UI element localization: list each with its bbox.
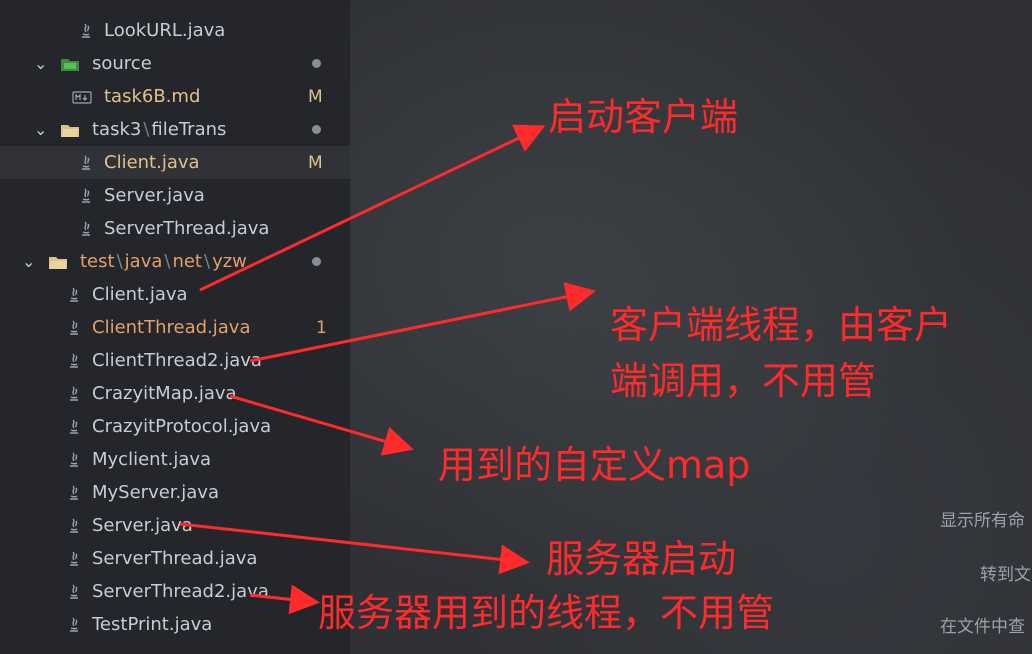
command-hint-find-in-files: 在文件中查 [940,617,1025,637]
tree-item-label: LookURL.java [104,20,226,41]
annotation-server-thread: 服务器用到的线程，不用管 [318,591,775,635]
java-file-icon [70,518,78,533]
tree-item-client[interactable]: Client.java [0,278,350,311]
tree-item-clientthread[interactable]: ClientThread.java 1 [0,311,350,344]
modified-dot [312,125,321,134]
tree-folder-test[interactable]: ⌄ test \ java \ net \ yzw [0,245,350,278]
tree-item-label: Client.java [92,284,188,305]
modified-dot [312,59,321,68]
java-file-icon [82,188,90,203]
folder-open-icon [61,124,79,137]
tree-item-label: task6B.md [104,86,201,107]
annotation-client-thread-line1: 客户端线程，由客户 [610,303,953,347]
tree-item-task6b[interactable]: task6B.md M [0,80,350,113]
java-file-icon [70,452,78,467]
tree-item-testprint[interactable]: TestPrint.java [0,608,350,641]
java-file-icon [70,419,78,434]
path-segment: fileTrans [151,119,227,140]
file-explorer: LookURL.java ⌄ source task6B.md M ⌄ task… [0,0,350,654]
tree-item-crazyitprotocol[interactable]: CrazyitProtocol.java [0,410,350,443]
tree-item-serverthread2[interactable]: ServerThread2.java [0,575,350,608]
tree-folder-source[interactable]: ⌄ source [0,47,350,80]
tree-item-label: Client.java [104,152,200,173]
tree-item-server-task3[interactable]: Server.java [0,179,350,212]
tree-item-label: ClientThread2.java [92,350,262,371]
tree-folder-task3[interactable]: ⌄ task3 \ fileTrans [0,113,350,146]
java-file-icon [70,320,78,335]
java-file-icon [70,386,78,401]
command-hint-goto-file: 转到文 [980,565,1031,585]
tree-item-label: ServerThread.java [92,548,258,569]
tree-item-label: source [92,53,152,74]
tree-item-myclient[interactable]: Myclient.java [0,443,350,476]
java-file-icon [70,287,78,302]
chevron-down-icon[interactable]: ⌄ [34,55,48,71]
tree-item-label: CrazyitProtocol.java [92,416,272,437]
annotation-custom-map: 用到的自定义map [438,443,751,487]
chevron-down-icon[interactable]: ⌄ [34,121,48,137]
java-file-icon [70,584,78,599]
tree-item-server[interactable]: Server.java [0,509,350,542]
tree-item-label: ServerThread2.java [92,581,269,602]
tree-item-label: Server.java [92,515,193,536]
path-segment: task3 [92,119,142,140]
annotation-server-start: 服务器启动 [546,537,737,581]
java-file-icon [70,617,78,632]
git-status-badge: M [308,152,323,173]
folder-open-icon [49,256,67,269]
java-file-icon [82,155,90,170]
tree-item-label: Server.java [104,185,205,206]
java-file-icon [82,23,90,38]
tree-item-label: Myclient.java [92,449,212,470]
tree-item-label: TestPrint.java [92,614,213,635]
tree-item-label: ServerThread.java [104,218,270,239]
java-file-icon [70,485,78,500]
tree-item-crazyitmap[interactable]: CrazyitMap.java [0,377,350,410]
modified-dot [312,257,321,266]
annotation-start-client: 启动客户端 [548,95,739,139]
path-segment: net [172,251,202,272]
tree-item-label: task3 \ fileTrans [92,119,227,140]
folder-source-icon [61,58,79,71]
command-hint-show-all: 显示所有命 [940,511,1025,531]
path-segment: java [124,251,163,272]
chevron-down-icon[interactable]: ⌄ [22,253,36,269]
tree-item-serverthread-task3[interactable]: ServerThread.java [0,212,350,245]
path-segment: test [80,251,115,272]
markdown-icon [72,90,92,104]
tree-item-myserver[interactable]: MyServer.java [0,476,350,509]
tree-item-lookurl[interactable]: LookURL.java [0,14,350,47]
java-file-icon [82,221,90,236]
git-status-badge: M [308,86,323,107]
java-file-icon [70,551,78,566]
tree-item-label: CrazyitMap.java [92,383,237,404]
tree-item-serverthread[interactable]: ServerThread.java [0,542,350,575]
annotation-client-thread-line2: 端调用，不用管 [610,359,877,403]
java-file-icon [70,353,78,368]
tree-item-client-task3[interactable]: Client.java M [0,146,350,179]
problem-count-badge: 1 [316,317,327,338]
path-segment: yzw [212,251,247,272]
tree-item-clientthread2[interactable]: ClientThread2.java [0,344,350,377]
tree-item-label: test \ java \ net \ yzw [80,251,247,272]
tree-item-label: ClientThread.java [92,317,251,338]
tree-item-label: MyServer.java [92,482,219,503]
